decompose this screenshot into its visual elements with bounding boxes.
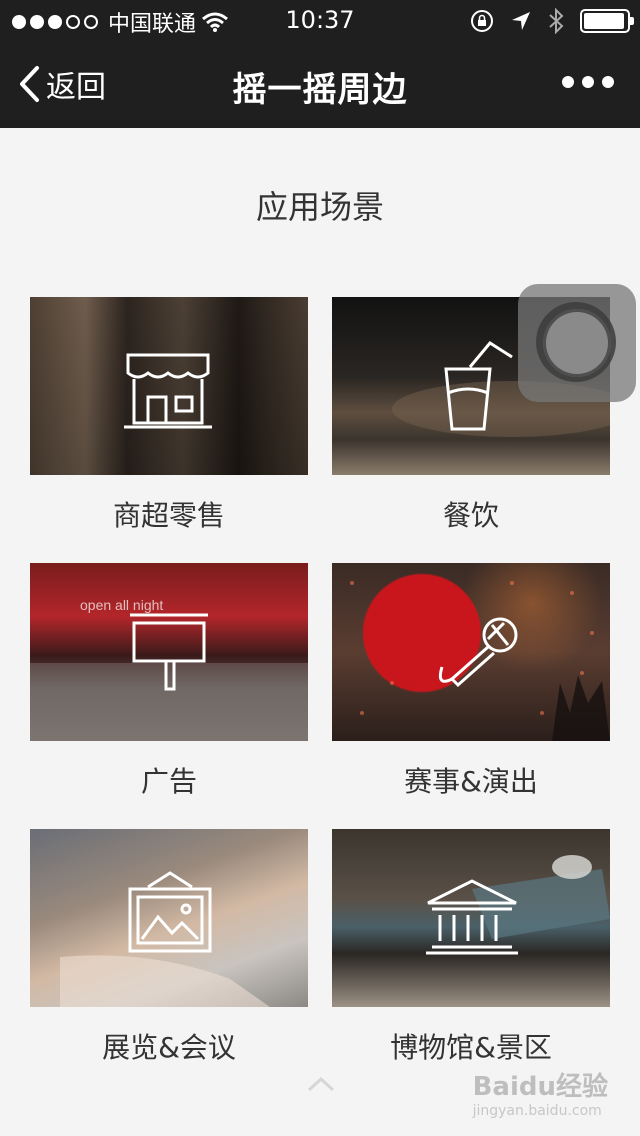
bluetooth-icon <box>549 8 564 34</box>
status-bar: 中国联通 10:37 <box>0 0 640 40</box>
location-arrow-icon <box>512 12 530 30</box>
page-title: 摇一摇周边 <box>232 70 408 110</box>
rotation-lock-icon <box>471 10 493 32</box>
tile-label-exhibitions: 展览&会议 <box>102 1031 236 1064</box>
assistive-touch-button[interactable] <box>518 284 636 402</box>
tile-advertising[interactable]: open all night <box>30 563 308 741</box>
tile-label-events: 赛事&演出 <box>404 765 538 798</box>
section-title: 应用场景 <box>255 188 384 226</box>
chevron-up-icon[interactable] <box>306 1074 336 1094</box>
navigation-bar: 返回 摇一摇周边 <box>0 40 640 128</box>
tile-label-dining: 餐饮 <box>442 499 499 532</box>
watermark: Baidu经验 jingyan.baidu.com <box>473 1066 608 1119</box>
battery-icon <box>580 9 634 33</box>
watermark-brand: Baidu经验 <box>472 1072 608 1102</box>
watermark-url: jingyan.baidu.com <box>472 1103 602 1119</box>
tile-label-advertising: 广告 <box>140 765 197 798</box>
tile-events[interactable] <box>332 563 610 741</box>
microphone-icon <box>438 617 518 688</box>
tile-label-retail: 商超零售 <box>112 499 225 532</box>
top-bar: 中国联通 10:37 返回 摇一摇周边 <box>0 0 640 128</box>
storefront-icon <box>124 353 212 429</box>
picture-frame-icon <box>128 871 212 953</box>
ad-sign-text: open all night <box>80 597 163 613</box>
tile-exhibitions[interactable] <box>30 829 308 1007</box>
tile-retail[interactable] <box>30 297 308 475</box>
tile-label-museums: 博物馆&景区 <box>390 1031 552 1064</box>
tile-museums[interactable] <box>332 829 610 1007</box>
more-options-button[interactable] <box>562 76 614 88</box>
